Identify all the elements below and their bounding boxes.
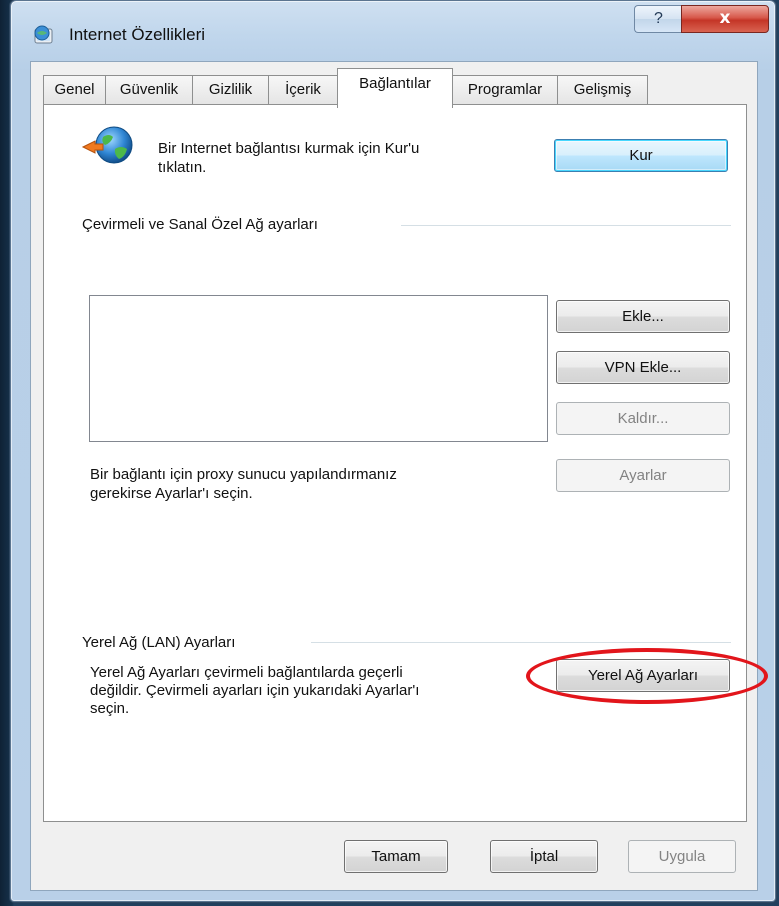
proxy-note-line2: gerekirse Ayarlar'ı seçin. [90, 485, 253, 502]
connections-tab-panel: Bir Internet bağlantısı kurmak için Kur'… [43, 104, 768, 822]
connections-list[interactable] [89, 295, 548, 442]
internet-options-icon [34, 25, 53, 44]
title-bar[interactable]: Internet Özellikleri ? x [11, 1, 775, 59]
globe-connect-icon [81, 126, 133, 164]
tab-guvenlik[interactable]: Güvenlik [105, 75, 193, 105]
help-button[interactable]: ? [634, 5, 682, 33]
internet-options-dialog: Internet Özellikleri ? x Genel Güvenlik … [10, 0, 776, 902]
dialog-client-area: Genel Güvenlik Gizlilik İçerik Bağlantıl… [30, 61, 768, 891]
add-button[interactable]: Ekle... [556, 300, 730, 333]
cancel-button[interactable]: İptal [490, 840, 598, 873]
tab-programlar[interactable]: Programlar [452, 75, 558, 105]
lan-desc-line2: değildir. Çevirmeli ayarları için yukarı… [90, 682, 420, 699]
lan-settings-button[interactable]: Yerel Ağ Ayarları [556, 659, 730, 692]
lan-group-divider [311, 642, 731, 643]
dialup-group-divider [401, 225, 731, 226]
add-vpn-button[interactable]: VPN Ekle... [556, 351, 730, 384]
lan-desc-line3: seçin. [90, 700, 130, 717]
setup-instruction-line1: Bir Internet bağlantısı kurmak için Kur'… [158, 140, 420, 157]
ok-button[interactable]: Tamam [344, 840, 448, 873]
settings-button[interactable]: Ayarlar [556, 459, 730, 492]
tab-gelismis[interactable]: Gelişmiş [557, 75, 648, 105]
dialup-group-label: Çevirmeli ve Sanal Özel Ağ ayarları [82, 216, 318, 233]
window-title: Internet Özellikleri [69, 25, 206, 44]
apply-button[interactable]: Uygula [628, 840, 736, 873]
tab-baglantilar[interactable]: Bağlantılar [337, 68, 453, 108]
desktop-background: Internet Özellikleri ? x Genel Güvenlik … [0, 0, 779, 906]
setup-button[interactable]: Kur [554, 139, 728, 172]
lan-desc-line1: Yerel Ağ Ayarları çevirmeli bağlantılard… [90, 664, 403, 681]
remove-button[interactable]: Kaldır... [556, 402, 730, 435]
proxy-note-line1: Bir bağlantı için proxy sunucu yapılandı… [90, 466, 397, 483]
setup-instruction-line2: tıklatın. [158, 159, 207, 176]
close-button[interactable]: x [681, 5, 769, 33]
tab-icerik[interactable]: İçerik [268, 75, 338, 105]
lan-group-label: Yerel Ağ (LAN) Ayarları [82, 634, 236, 651]
tab-genel[interactable]: Genel [43, 75, 106, 105]
tab-gizlilik[interactable]: Gizlilik [192, 75, 269, 105]
